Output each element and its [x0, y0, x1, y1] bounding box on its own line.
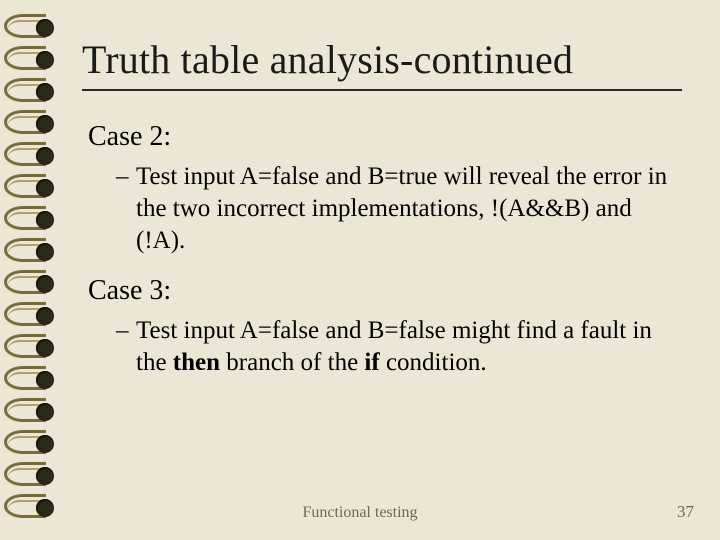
case3-then: then — [173, 349, 220, 376]
case2-label: Case 2: — [88, 121, 682, 153]
footer-text: Functional testing — [0, 504, 720, 522]
slide-title: Truth table analysis-continued — [82, 36, 682, 83]
case3-mid: branch of the — [220, 349, 364, 376]
title-rule — [82, 89, 682, 91]
case3-post: condition. — [380, 349, 487, 376]
case3-text: Test input A=false and B=false might fin… — [116, 315, 682, 379]
case2-text: Test input A=false and B=true will revea… — [116, 161, 682, 257]
page-number: 37 — [677, 502, 694, 522]
case3-label: Case 3: — [88, 275, 682, 307]
spiral-binding — [10, 0, 60, 540]
case3-if: if — [364, 349, 379, 376]
slide-content: Truth table analysis-continued Case 2: T… — [82, 36, 682, 397]
